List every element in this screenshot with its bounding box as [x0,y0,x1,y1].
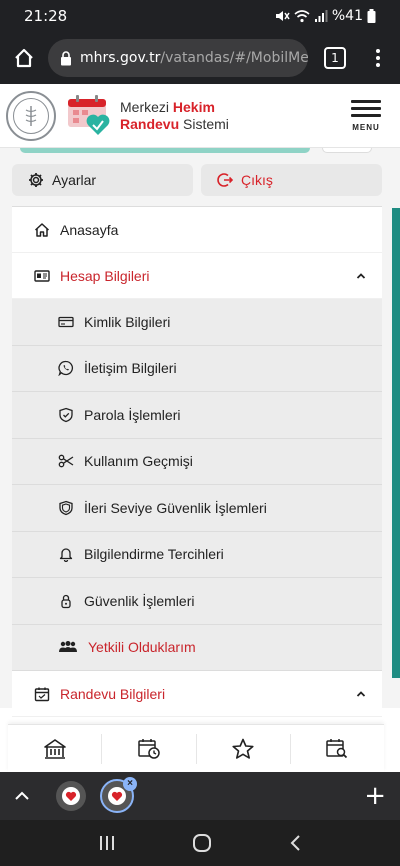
sub-item-identity-info[interactable]: Kimlik Bilgileri [12,299,382,346]
menu-item-appointment-info[interactable]: Randevu Bilgileri [12,671,382,717]
tab-thumbnail[interactable] [56,781,86,811]
site-header: Merkezi Hekim Randevu Sistemi MENU [0,84,400,148]
lock-icon [61,50,71,65]
nav-calendar-clock-button[interactable] [102,733,197,764]
home-icon [15,48,33,68]
new-tab-button[interactable]: + [364,781,386,811]
more-options-button[interactable] [366,49,390,67]
chevron-up-icon [356,690,366,697]
close-tab-icon[interactable]: × [123,777,137,791]
house-icon [34,222,50,237]
bank-home-icon [43,738,66,759]
sub-item-label: Güvenlik İşlemleri [84,592,195,609]
top-button-fragment-2 [322,148,372,153]
users-icon [59,641,77,653]
address-bar[interactable]: mhrs.gov.tr/vatandas/#/MobilMenu [48,39,308,77]
chevron-up-icon[interactable] [14,790,30,802]
sub-item-label: Kullanım Geçmişi [84,453,193,470]
mobile-menu-content: Ayarlar Çıkış Anasayfa Hesap Bilgileri K… [0,148,400,717]
nav-calendar-search-button[interactable] [291,734,384,764]
card-icon [58,316,74,327]
browser-toolbar: mhrs.gov.tr/vatandas/#/MobilMenu 1 [0,32,400,84]
calendar-search-icon [326,738,348,758]
recent-apps-icon[interactable] [98,835,116,851]
status-icons: %41 [274,8,376,24]
id-card-icon [34,269,50,282]
sub-item-usage-history[interactable]: Kullanım Geçmişi [12,438,382,485]
status-time: 21:28 [24,7,68,25]
bell-icon [59,548,73,563]
sub-item-contact-info[interactable]: İletişim Bilgileri [12,345,382,392]
caduceus-icon [25,105,37,126]
logo-word-hekim: Hekim [172,98,215,115]
wifi-icon [294,10,310,23]
nav-favorites-button[interactable] [197,733,291,764]
logo-word-randevu: Randevu [120,115,180,132]
site-bottom-nav [8,724,384,772]
sub-item-label: Bilgilendirme Tercihleri [84,546,224,563]
teal-side-strip [392,208,400,678]
settings-button[interactable]: Ayarlar [12,164,193,196]
menu-label: MENU [352,122,380,132]
sub-item-authorized[interactable]: Yetkili Olduklarım [12,624,382,671]
shield-icon [59,500,73,515]
logo-word-sistemi: Sistemi [183,115,229,132]
lock-icon [61,594,71,608]
sub-item-label: Parola İşlemleri [84,406,181,423]
home-button[interactable] [10,44,38,72]
back-icon[interactable] [288,834,302,852]
battery-percent: %41 [331,8,363,24]
battery-icon [367,9,376,23]
sub-item-advanced-security[interactable]: İleri Seviye Güvenlik İşlemleri [12,485,382,532]
web-page: Merkezi Hekim Randevu Sistemi MENU Ayarl… [0,84,400,772]
mhrs-favicon-icon [65,791,77,801]
calendar-clock-icon [138,738,160,759]
top-button-fragment [20,148,310,153]
tab-switcher-button[interactable]: 1 [324,47,346,69]
menu-item-label: Randevu Bilgileri [60,685,166,702]
sub-item-notification-prefs[interactable]: Bilgilendirme Tercihleri [12,531,382,578]
shield-check-icon [59,407,73,422]
browser-tab-strip: × + [0,772,400,820]
url-domain: mhrs.gov.tr [80,50,161,66]
mute-icon [275,11,290,21]
chevron-up-icon [356,272,366,279]
menu-list: Anasayfa Hesap Bilgileri Kimlik Bilgiler… [12,206,382,717]
sub-item-password[interactable]: Parola İşlemleri [12,392,382,439]
sub-item-label: İleri Seviye Güvenlik İşlemleri [84,499,267,516]
hamburger-menu-button[interactable]: MENU [342,99,390,132]
star-icon [232,738,254,759]
menu-item-label: Hesap Bilgileri [60,267,150,284]
signal-icon [314,10,328,22]
sub-item-label: Kimlik Bilgileri [84,313,171,330]
gear-icon [29,173,43,187]
status-bar: 21:28 %41 [0,0,400,32]
sub-item-security[interactable]: Güvenlik İşlemleri [12,578,382,625]
action-row: Ayarlar Çıkış [12,164,382,196]
mhrs-logo-text: Merkezi Hekim Randevu Sistemi [120,99,229,133]
sub-item-label: Yetkili Olduklarım [88,639,196,656]
url-path: /vatandas/#/MobilMenu [160,50,308,66]
home-circle-icon[interactable] [192,833,212,853]
logo-word-merkezi: Merkezi [120,98,170,115]
nav-home-button[interactable] [8,733,103,764]
whatsapp-icon [58,361,74,377]
logout-icon [217,173,233,187]
menu-item-account-info[interactable]: Hesap Bilgileri [12,253,382,299]
settings-label: Ayarlar [52,172,97,188]
menu-item-label: Anasayfa [60,221,119,238]
sub-item-label: İletişim Bilgileri [84,360,177,377]
android-navigation-bar [0,820,400,866]
ministry-seal-logo[interactable] [6,90,56,141]
menu-item-home[interactable]: Anasayfa [12,207,382,253]
scissors-icon [58,454,74,468]
calendar-icon [34,687,50,701]
tab-thumbnail-active[interactable]: × [100,777,137,813]
logout-label: Çıkış [241,172,273,188]
mhrs-logo-icon [68,94,110,135]
logout-button[interactable]: Çıkış [201,164,382,196]
mhrs-favicon-icon [111,791,123,801]
